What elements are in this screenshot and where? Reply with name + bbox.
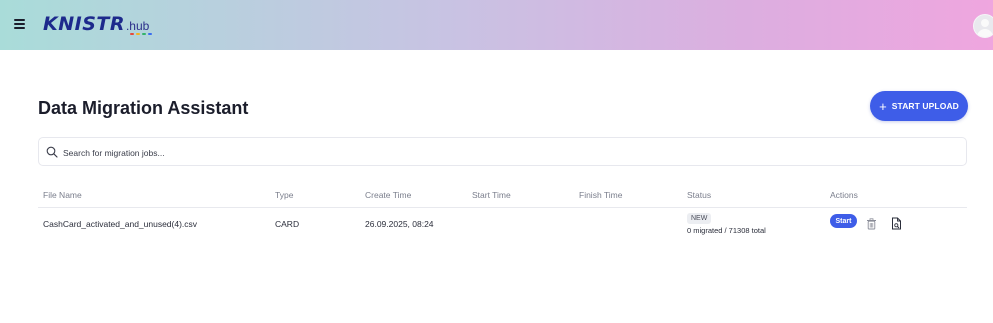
hamburger-menu-icon[interactable] xyxy=(14,19,26,29)
user-avatar-icon[interactable] xyxy=(973,14,993,38)
column-header-file-name[interactable]: File Name xyxy=(43,190,82,200)
logo-wordmark: knistr xyxy=(43,13,125,35)
cell-create-time: 26.09.2025, 08:24 xyxy=(365,219,434,229)
column-header-finish-time[interactable]: Finish Time xyxy=(579,190,622,200)
trash-icon[interactable] xyxy=(866,218,877,230)
search-input[interactable] xyxy=(61,140,945,165)
column-header-actions: Actions xyxy=(830,190,858,200)
logo-dots xyxy=(129,33,152,35)
page-title: Data Migration Assistant xyxy=(38,98,249,118)
avatar-head xyxy=(981,19,989,27)
top-bar: knistr .hub xyxy=(0,0,993,50)
cell-type: CARD xyxy=(275,219,300,229)
logo-dot-blue xyxy=(147,33,152,35)
plus-icon: + xyxy=(879,98,887,114)
start-upload-label: START UPLOAD xyxy=(891,101,959,111)
search-icon xyxy=(46,146,58,158)
column-header-type[interactable]: Type xyxy=(275,190,293,200)
logo-dot-green xyxy=(141,33,146,35)
start-job-button[interactable]: Start xyxy=(830,214,857,228)
app-logo[interactable]: knistr .hub xyxy=(43,13,152,35)
document-icon[interactable] xyxy=(891,217,902,230)
start-upload-button[interactable]: + START UPLOAD xyxy=(870,91,968,121)
table-header-divider xyxy=(38,207,967,208)
logo-dot-yellow xyxy=(135,33,140,35)
column-header-status[interactable]: Status xyxy=(687,190,711,200)
avatar-body xyxy=(977,29,993,37)
logo-suffix: .hub xyxy=(126,19,152,35)
search-box[interactable] xyxy=(38,137,967,166)
cell-file-name: CashCard_activated_and_unused(4).csv xyxy=(43,219,198,229)
status-detail: 0 migrated / 71308 total xyxy=(687,226,766,235)
column-header-create-time[interactable]: Create Time xyxy=(365,190,411,200)
column-header-start-time[interactable]: Start Time xyxy=(472,190,511,200)
logo-dot-red xyxy=(129,33,134,35)
status-badge: NEW xyxy=(687,213,712,224)
